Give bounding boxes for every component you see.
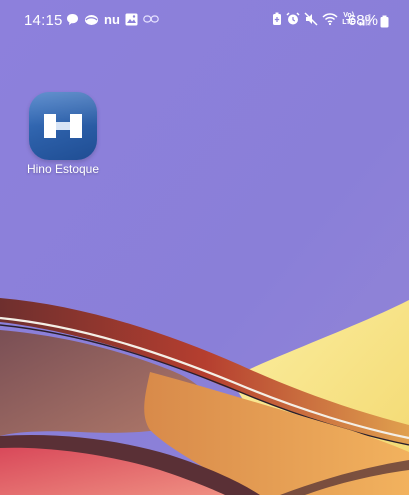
gallery-icon xyxy=(125,11,138,27)
hino-estoque-icon[interactable] xyxy=(29,92,97,160)
status-time: 14:15 xyxy=(24,12,63,29)
wifi-icon xyxy=(322,11,338,27)
hino-logo xyxy=(44,114,82,138)
notification-icons: nu xyxy=(66,11,159,27)
mute-icon xyxy=(304,11,318,27)
battery-percent: 68% xyxy=(347,12,378,29)
status-bar: 14:15 nu Vo) LTE 68% xyxy=(0,0,409,40)
nu-app-icon: nu xyxy=(104,11,120,27)
chat-bubble-icon xyxy=(66,11,79,27)
wallpaper xyxy=(0,0,409,495)
link-icon xyxy=(143,11,159,27)
app-label-hino-estoque[interactable]: Hino Estoque xyxy=(13,162,113,176)
home-screen: 14:15 nu Vo) LTE 68% Hino Estoque xyxy=(0,0,409,495)
battery-saver-icon xyxy=(272,11,282,27)
cloud-icon xyxy=(84,11,99,27)
alarm-icon xyxy=(286,11,300,27)
battery-icon xyxy=(380,15,389,33)
